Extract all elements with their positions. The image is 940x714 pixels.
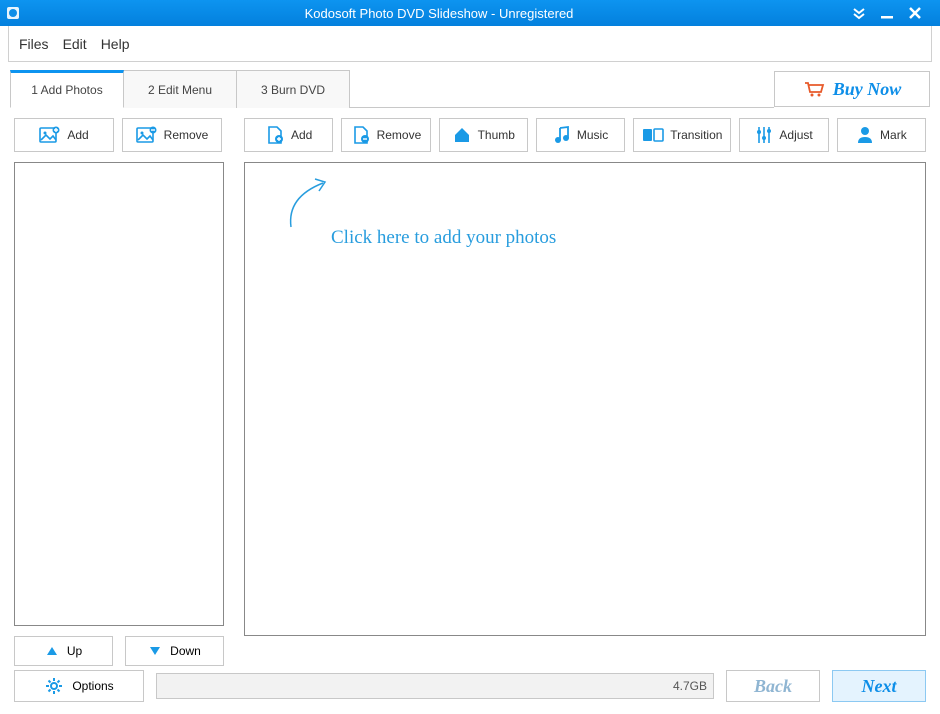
photo-canvas[interactable]: Click here to add your photos: [244, 162, 926, 636]
photo-add-button[interactable]: Add: [244, 118, 333, 152]
move-down-button[interactable]: Down: [125, 636, 224, 666]
transition-label: Transition: [670, 128, 722, 142]
options-button[interactable]: Options: [14, 670, 144, 702]
transition-icon: [642, 126, 664, 144]
app-icon: [0, 0, 26, 26]
mark-label: Mark: [880, 128, 907, 142]
music-label: Music: [577, 128, 608, 142]
next-button[interactable]: Next: [832, 670, 926, 702]
close-icon[interactable]: [908, 6, 922, 20]
collapse-icon[interactable]: [852, 6, 866, 20]
minimize-icon[interactable]: [880, 6, 894, 20]
mark-button[interactable]: Mark: [837, 118, 926, 152]
album-add-button[interactable]: Add: [14, 118, 114, 152]
cart-icon: [803, 80, 825, 98]
file-minus-icon: [351, 125, 371, 145]
buy-now-label: Buy Now: [833, 79, 902, 100]
move-up-label: Up: [67, 644, 82, 658]
right-pane: Add Remove Thumb Music Transition Adjust: [244, 118, 926, 666]
hint-arrow-icon: [285, 177, 335, 231]
album-remove-label: Remove: [164, 128, 209, 142]
image-minus-icon: [136, 126, 158, 144]
title-bar: Kodosoft Photo DVD Slideshow - Unregiste…: [0, 0, 940, 26]
triangle-up-icon: [45, 645, 59, 657]
disc-size-bar: 4.7GB: [156, 673, 714, 699]
tab-bar: 1 Add Photos 2 Edit Menu 3 Burn DVD Buy …: [10, 70, 930, 108]
tab-edit-menu[interactable]: 2 Edit Menu: [123, 70, 237, 108]
back-label: Back: [754, 676, 792, 697]
buy-now-button[interactable]: Buy Now: [774, 71, 930, 107]
back-button[interactable]: Back: [726, 670, 820, 702]
image-plus-icon: [39, 126, 61, 144]
tab-add-photos[interactable]: 1 Add Photos: [10, 70, 124, 108]
tab-burn-dvd[interactable]: 3 Burn DVD: [236, 70, 350, 108]
sliders-icon: [755, 125, 773, 145]
move-down-label: Down: [170, 644, 201, 658]
photo-add-label: Add: [291, 128, 312, 142]
gear-icon: [44, 676, 64, 696]
home-icon: [452, 126, 472, 144]
triangle-down-icon: [148, 645, 162, 657]
photo-remove-button[interactable]: Remove: [341, 118, 430, 152]
next-label: Next: [862, 676, 897, 697]
menu-files[interactable]: Files: [19, 36, 49, 52]
options-label: Options: [72, 679, 113, 693]
music-button[interactable]: Music: [536, 118, 625, 152]
photo-remove-label: Remove: [377, 128, 422, 142]
person-icon: [856, 125, 874, 145]
file-plus-icon: [265, 125, 285, 145]
transition-button[interactable]: Transition: [633, 118, 731, 152]
thumb-label: Thumb: [478, 128, 515, 142]
album-remove-button[interactable]: Remove: [122, 118, 222, 152]
move-up-button[interactable]: Up: [14, 636, 113, 666]
footer: Options 4.7GB Back Next: [14, 668, 926, 704]
left-pane: Add Remove Up Down: [14, 118, 224, 666]
hint-text: Click here to add your photos: [331, 227, 556, 249]
music-icon: [553, 125, 571, 145]
disc-size-label: 4.7GB: [673, 679, 707, 693]
album-add-label: Add: [67, 128, 88, 142]
adjust-button[interactable]: Adjust: [739, 118, 828, 152]
menu-edit[interactable]: Edit: [63, 36, 87, 52]
thumb-button[interactable]: Thumb: [439, 118, 528, 152]
menu-bar: Files Edit Help: [8, 26, 932, 62]
album-list[interactable]: [14, 162, 224, 626]
adjust-label: Adjust: [779, 128, 812, 142]
menu-help[interactable]: Help: [101, 36, 130, 52]
window-title: Kodosoft Photo DVD Slideshow - Unregiste…: [26, 6, 852, 21]
